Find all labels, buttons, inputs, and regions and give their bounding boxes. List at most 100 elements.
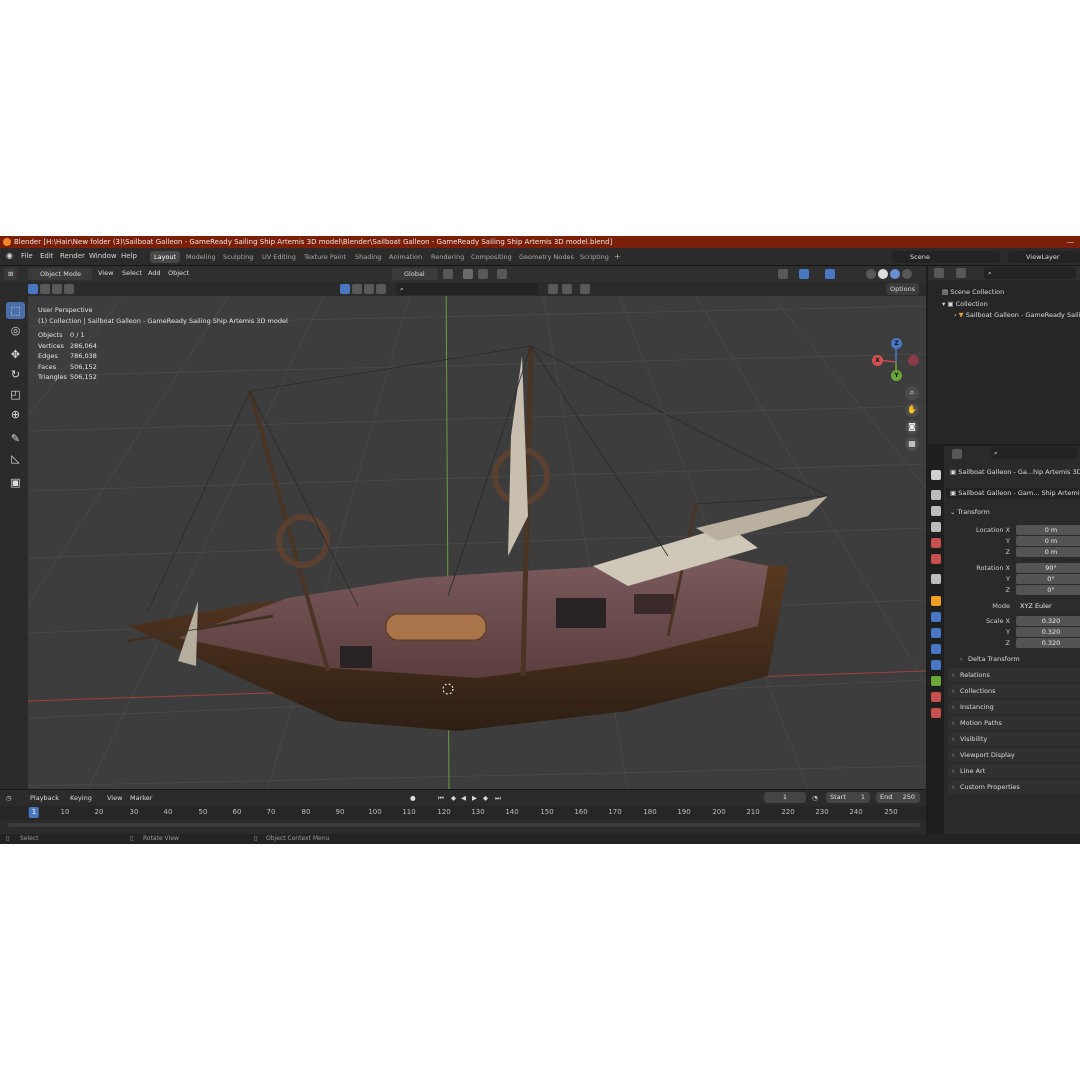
tab-sculpting[interactable]: Sculpting (219, 251, 257, 263)
rotation-y-field[interactable]: 0° (1016, 574, 1080, 584)
scale-z-field[interactable]: 0.320 (1016, 638, 1080, 648)
annotate-tool-icon[interactable]: ✎ (6, 430, 25, 447)
next-keyframe-icon[interactable]: ◆ (483, 794, 488, 802)
frame-ruler[interactable]: 1 10 20 30 40 50 60 70 80 90 100 110 120… (0, 806, 926, 820)
menu-render[interactable]: Render (60, 252, 85, 260)
preview-range-icon[interactable]: ◔ (812, 794, 818, 802)
properties-search-input[interactable]: ⌕ (990, 447, 1078, 459)
tool-tab-icon[interactable] (931, 470, 941, 480)
tab-geometry-nodes[interactable]: Geometry Nodes (515, 251, 578, 263)
gizmo-y-axis[interactable]: Y (891, 370, 902, 381)
menu-marker[interactable]: Marker (130, 794, 152, 802)
outliner-object-row[interactable]: › ▼ Sailboat Galleon - GameReady Sailing… (928, 310, 1080, 321)
overlay-toggle-icon[interactable] (825, 269, 835, 279)
visibility-icon[interactable] (778, 269, 788, 279)
transform-panel-header[interactable]: ⌄ Transform (946, 507, 1080, 518)
rotate-tool-icon[interactable]: ↻ (6, 366, 25, 383)
jump-start-icon[interactable]: ⏮ (438, 794, 444, 803)
transform-orientation-selector[interactable]: Global (392, 268, 438, 280)
world-tab-icon[interactable] (931, 554, 941, 564)
material-shading-icon[interactable] (890, 269, 900, 279)
gizmo-toggle-icon[interactable] (799, 269, 809, 279)
location-y-field[interactable]: 0 m (1016, 536, 1080, 546)
object-name-row[interactable]: ▣ Sailboat Galleon - Ga...hip Artemis 3D… (946, 467, 1080, 478)
tab-compositing[interactable]: Compositing (467, 251, 516, 263)
motion-paths-panel[interactable]: Motion Paths (948, 716, 1080, 730)
select-box-tool-icon[interactable]: ⬚ (6, 302, 25, 319)
collection-tab-icon[interactable] (931, 574, 941, 584)
play-icon[interactable]: ▶ (472, 794, 477, 802)
custom-properties-panel[interactable]: Custom Properties (948, 780, 1080, 794)
rotation-z-field[interactable]: 0° (1016, 585, 1080, 595)
constraints-tab-icon[interactable] (931, 660, 941, 670)
outliner-editor-icon[interactable] (934, 268, 944, 278)
menu-keying[interactable]: Keying (70, 794, 92, 802)
frame-cursor[interactable]: 1 (28, 807, 40, 818)
wireframe-shading-icon[interactable] (866, 269, 876, 279)
end-frame-field[interactable]: End 250 (876, 792, 920, 803)
scale-tool-icon[interactable]: ◰ (6, 386, 25, 403)
add-workspace-button[interactable]: + (610, 251, 625, 263)
menu-timeline-view[interactable]: View (107, 794, 122, 802)
scale-x-field[interactable]: 0.320 (1016, 616, 1080, 626)
hide-icon[interactable] (364, 284, 374, 294)
editor-type-icon[interactable]: ⊞ (4, 268, 18, 280)
blender-menu-icon[interactable]: ◉ (6, 251, 13, 260)
menu-add[interactable]: Add (148, 269, 161, 277)
scene-selector[interactable]: Scene (892, 251, 1000, 263)
record-icon[interactable]: ● (410, 794, 416, 802)
relations-panel[interactable]: Relations (948, 668, 1080, 682)
tab-rendering[interactable]: Rendering (427, 251, 468, 263)
menu-file[interactable]: File (21, 252, 33, 260)
options-button[interactable]: Options (886, 283, 920, 295)
modifier-tab-icon[interactable] (931, 612, 941, 622)
rotation-x-field[interactable]: 90° (1016, 563, 1080, 573)
timeline-editor-icon[interactable]: ◷ (6, 794, 12, 802)
cursor-tool-icon[interactable]: ◎ (6, 322, 25, 339)
location-z-field[interactable]: 0 m (1016, 547, 1080, 557)
play-reverse-icon[interactable]: ◀ (461, 794, 466, 802)
proportional-edit-icon[interactable] (497, 269, 507, 279)
minimize-button[interactable]: — (1067, 236, 1074, 248)
select-extend-icon[interactable] (40, 284, 50, 294)
tab-animation[interactable]: Animation (385, 251, 426, 263)
solid-shading-icon[interactable] (878, 269, 888, 279)
scale-y-field[interactable]: 0.320 (1016, 627, 1080, 637)
tab-layout[interactable]: Layout (150, 251, 181, 263)
snap-settings-icon[interactable] (478, 269, 488, 279)
filter-icon[interactable] (340, 284, 350, 294)
gizmo-x-axis[interactable]: X (872, 355, 883, 366)
menu-object[interactable]: Object (168, 269, 189, 277)
perspective-toggle-icon[interactable]: ▦ (905, 437, 919, 451)
bookmark-icon[interactable] (548, 284, 558, 294)
view-layer-tab-icon[interactable] (931, 522, 941, 532)
viewport-display-panel[interactable]: Viewport Display (948, 748, 1080, 762)
material-tab-icon[interactable] (931, 692, 941, 702)
select-mode-icon[interactable] (28, 284, 38, 294)
display-mode-icon[interactable] (956, 268, 966, 278)
menu-view[interactable]: View (98, 269, 113, 277)
tab-uv-editing[interactable]: UV Editing (258, 251, 300, 263)
search-input[interactable]: ⌕ (396, 283, 538, 295)
line-art-panel[interactable]: Line Art (948, 764, 1080, 778)
output-tab-icon[interactable] (931, 506, 941, 516)
move-tool-icon[interactable]: ✥ (6, 346, 25, 363)
outliner-scene-collection[interactable]: ▤ Scene Collection (928, 287, 1080, 298)
select-intersect-icon[interactable] (64, 284, 74, 294)
funnel-filter-icon[interactable] (580, 284, 590, 294)
snap-icon[interactable] (463, 269, 473, 279)
sort-icon[interactable] (562, 284, 572, 294)
select-subtract-icon[interactable] (52, 284, 62, 294)
delta-transform-panel[interactable]: Delta Transform (956, 652, 1078, 666)
pivot-icon[interactable] (443, 269, 453, 279)
physics-tab-icon[interactable] (931, 644, 941, 654)
scene-tab-icon[interactable] (931, 538, 941, 548)
tab-shading[interactable]: Shading (351, 251, 385, 263)
view-layer-selector[interactable]: ViewLayer (1008, 251, 1080, 263)
transform-tool-icon[interactable]: ⊕ (6, 406, 25, 423)
properties-editor-icon[interactable] (952, 449, 962, 459)
tab-scripting[interactable]: Scripting (576, 251, 613, 263)
gizmo-negative-x-axis[interactable] (908, 355, 919, 366)
current-frame-field[interactable]: 1 (764, 792, 806, 803)
menu-select[interactable]: Select (122, 269, 142, 277)
